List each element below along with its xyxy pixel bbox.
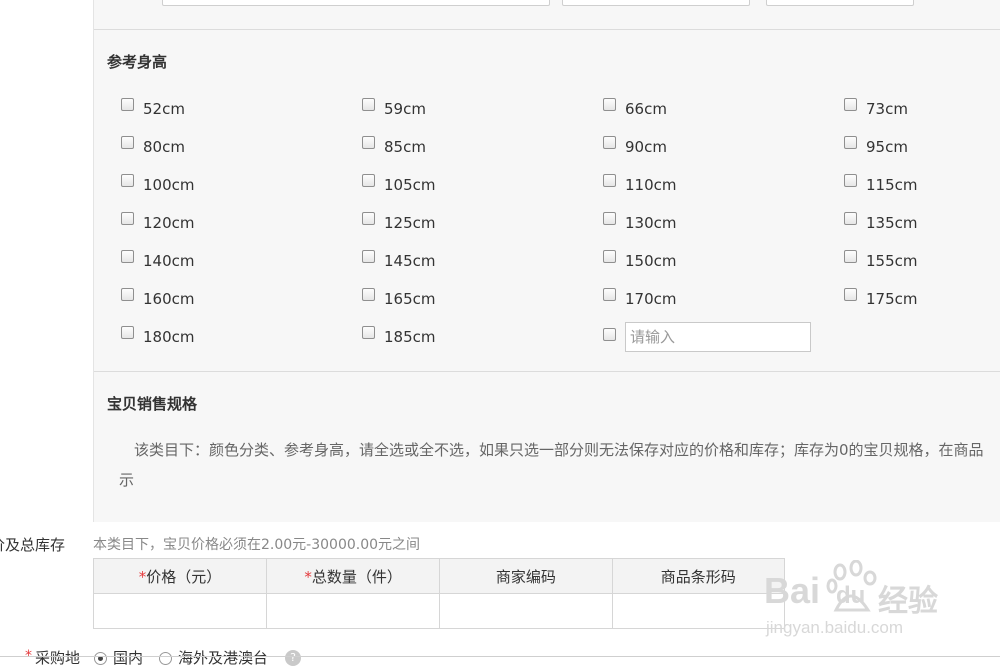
height-option-label: 120cm bbox=[143, 214, 195, 232]
height-checkbox[interactable] bbox=[362, 136, 375, 149]
watermark-suffix: 经验 bbox=[878, 585, 938, 618]
quantity-cell[interactable] bbox=[266, 593, 441, 629]
table-header-cell: 商家编码 bbox=[439, 558, 613, 594]
price-stock-table: *价格（元） *总数量（件） 商家编码 商品条形码 bbox=[92, 558, 786, 629]
height-option-label: 95cm bbox=[866, 138, 908, 156]
height-checkbox[interactable] bbox=[121, 326, 134, 339]
height-option-label: 155cm bbox=[866, 252, 918, 270]
custom-height-input[interactable]: 请输入 bbox=[625, 322, 811, 352]
divider bbox=[94, 29, 1000, 30]
required-mark: * bbox=[304, 567, 312, 586]
merchant-code-cell[interactable] bbox=[439, 593, 613, 629]
height-checkbox[interactable] bbox=[121, 250, 134, 263]
radio-overseas[interactable] bbox=[159, 652, 172, 665]
height-option-label: 66cm bbox=[625, 100, 667, 118]
radio-overseas-label: 海外及港澳台 bbox=[178, 649, 269, 667]
height-option-label: 150cm bbox=[625, 252, 677, 270]
price-stock-label: 价及总库存 bbox=[0, 536, 66, 554]
height-checkbox[interactable] bbox=[603, 212, 616, 225]
height-option-label: 73cm bbox=[866, 100, 908, 118]
height-option-label: 59cm bbox=[384, 100, 426, 118]
height-checkbox[interactable] bbox=[362, 212, 375, 225]
height-checkbox[interactable] bbox=[121, 212, 134, 225]
height-checkbox[interactable] bbox=[362, 288, 375, 301]
table-header-label: 价格（元） bbox=[146, 567, 222, 586]
table-header-label: 商家编码 bbox=[495, 567, 556, 586]
height-checkbox[interactable] bbox=[121, 174, 134, 187]
height-option-label: 125cm bbox=[384, 214, 436, 232]
height-checkbox[interactable] bbox=[362, 98, 375, 111]
table-header-cell: *总数量（件） bbox=[266, 558, 441, 594]
custom-height-checkbox[interactable] bbox=[603, 328, 616, 341]
height-option-label: 110cm bbox=[625, 176, 677, 194]
height-option-label: 185cm bbox=[384, 328, 436, 346]
previous-input-1[interactable] bbox=[162, 0, 550, 6]
height-option-label: 115cm bbox=[866, 176, 918, 194]
baidu-jingyan-watermark: Bai du 经验 jingyan.baidu.com bbox=[762, 559, 962, 645]
purchase-location-label: 采购地 bbox=[35, 649, 81, 667]
height-checkbox[interactable] bbox=[844, 288, 857, 301]
height-option-label: 130cm bbox=[625, 214, 677, 232]
height-checkbox[interactable] bbox=[844, 98, 857, 111]
table-header-cell: *价格（元） bbox=[92, 558, 268, 594]
page-bottom-border bbox=[0, 656, 1000, 657]
height-checkbox[interactable] bbox=[362, 174, 375, 187]
height-option-label: 52cm bbox=[143, 100, 185, 118]
height-checkbox[interactable] bbox=[362, 250, 375, 263]
height-checkbox[interactable] bbox=[603, 288, 616, 301]
barcode-cell[interactable] bbox=[611, 593, 786, 629]
table-header-cell: 商品条形码 bbox=[611, 558, 786, 594]
height-checkbox[interactable] bbox=[603, 174, 616, 187]
height-option-label: 140cm bbox=[143, 252, 195, 270]
height-checkbox[interactable] bbox=[844, 250, 857, 263]
height-checkbox[interactable] bbox=[121, 136, 134, 149]
height-checkbox[interactable] bbox=[362, 326, 375, 339]
height-checkbox[interactable] bbox=[844, 212, 857, 225]
notice-line: 示 bbox=[119, 471, 135, 489]
sales-spec-title: 宝贝销售规格 bbox=[107, 395, 198, 413]
height-checkbox[interactable] bbox=[844, 136, 857, 149]
price-cell[interactable] bbox=[92, 593, 268, 629]
height-option-label: 135cm bbox=[866, 214, 918, 232]
price-range-hint: 本类目下，宝贝价格必须在2.00元-30000.00元之间 bbox=[93, 537, 421, 553]
height-checkbox[interactable] bbox=[603, 136, 616, 149]
height-option-label: 160cm bbox=[143, 290, 195, 308]
height-checkbox[interactable] bbox=[121, 288, 134, 301]
height-option-label: 170cm bbox=[625, 290, 677, 308]
previous-input-2[interactable] bbox=[562, 0, 750, 6]
watermark-brand: Bai bbox=[764, 570, 821, 611]
height-checkbox[interactable] bbox=[603, 250, 616, 263]
table-header-label: 商品条形码 bbox=[660, 567, 736, 586]
height-checkbox[interactable] bbox=[121, 98, 134, 111]
height-option-label: 100cm bbox=[143, 176, 195, 194]
height-option-label: 145cm bbox=[384, 252, 436, 270]
radio-domestic-label: 国内 bbox=[113, 649, 144, 667]
height-option-label: 175cm bbox=[866, 290, 918, 308]
height-option-label: 85cm bbox=[384, 138, 426, 156]
notice-line: 该类目下：颜色分类、参考身高，请全选或全不选，如果只选一部分则无法保存对应的价格… bbox=[134, 441, 984, 459]
radio-domestic[interactable] bbox=[94, 652, 107, 665]
height-option-label: 105cm bbox=[384, 176, 436, 194]
table-header-label: 总数量（件） bbox=[311, 567, 402, 586]
help-icon[interactable]: ? bbox=[285, 650, 301, 666]
previous-input-3[interactable] bbox=[766, 0, 914, 6]
height-option-label: 80cm bbox=[143, 138, 185, 156]
height-checkbox[interactable] bbox=[844, 174, 857, 187]
height-option-label: 180cm bbox=[143, 328, 195, 346]
sku-panel: 参考身高 52cm 59cm 66cm 73cm 80cm 85cm 90cm 95cm 100… bbox=[93, 0, 1000, 522]
watermark-url: jingyan.baidu.com bbox=[766, 618, 904, 637]
height-option-label: 90cm bbox=[625, 138, 667, 156]
height-checkbox[interactable] bbox=[603, 98, 616, 111]
sales-spec-notice: 该类目下：颜色分类、参考身高，请全选或全不选，如果只选一部分则无法保存对应的价格… bbox=[119, 435, 984, 495]
height-option-label: 165cm bbox=[384, 290, 436, 308]
height-section-title: 参考身高 bbox=[107, 53, 168, 71]
watermark-brand-2: du bbox=[836, 582, 866, 609]
divider bbox=[94, 371, 1000, 372]
